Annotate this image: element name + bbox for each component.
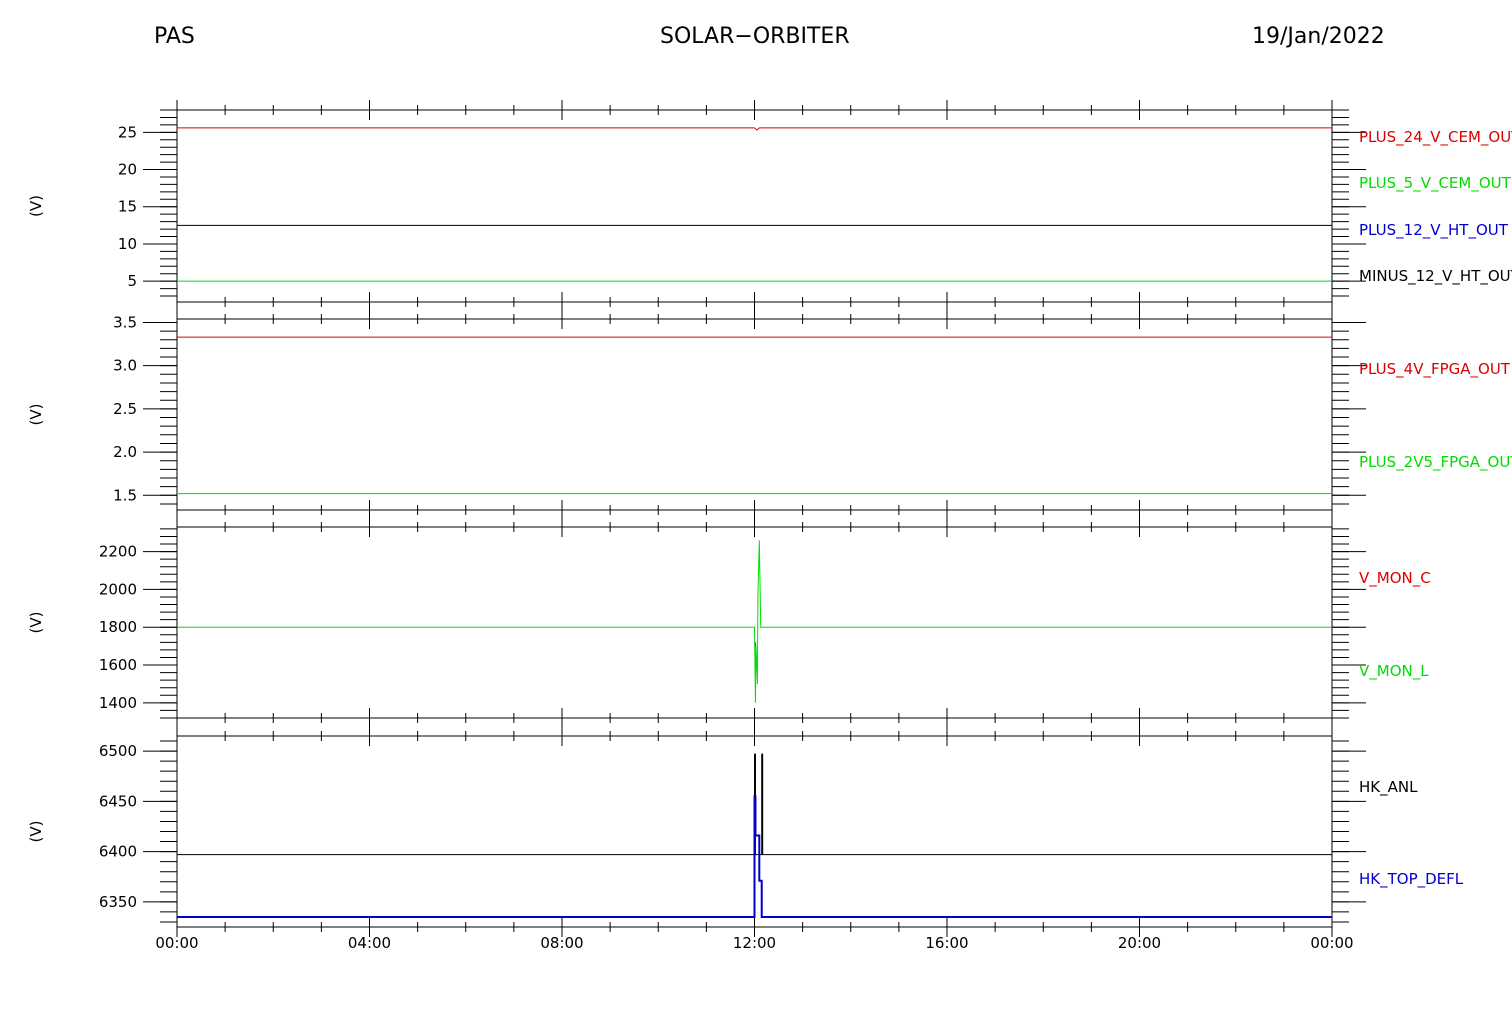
panel-4: 6350 6400 6450 6500 (V) HK_ANL HK_TOP_DEFL 00:0…: [27, 726, 1464, 952]
legend-plus-12-v-ht-out: PLUS_12_V_HT_OUT: [1359, 221, 1509, 240]
series-line-hk-top-defl: [177, 795, 1332, 918]
y-tick-label: 2.0: [113, 443, 137, 461]
legend-plus-24-v-cem-out: PLUS_24_V_CEM_OUT: [1359, 128, 1512, 147]
y-tick-label: 6350: [99, 893, 137, 911]
x-tick-label: 00:00: [1310, 934, 1353, 952]
y-tick-label: 1800: [99, 618, 137, 636]
y-axis-label: (V): [27, 821, 45, 843]
panel-2: 1.5 2.0 2.5 3.0 3.5 (V) PLUS_4V_FPGA_OUT PLUS_2…: [27, 309, 1512, 520]
x-tick-label: 08:00: [540, 934, 583, 952]
panel-3: 1400 1600 1800 2000 2200 (V) V_MON_C V_MON_L: [27, 517, 1431, 728]
x-tick-label: 04:00: [348, 934, 391, 952]
legend-plus-4v-fpga-out: PLUS_4V_FPGA_OUT: [1359, 360, 1511, 379]
panel-1: 5 10 15 20 25 (V) PLUS_24_V_CEM_OUT PLUS_5_V_CE…: [27, 100, 1512, 312]
y-tick-label: 15: [118, 198, 137, 216]
panel-frame: [176, 526, 1333, 719]
panel-frame: [176, 109, 1333, 303]
y-tick-label: 10: [118, 235, 137, 253]
y-tick-label: 3.0: [113, 357, 137, 375]
y-tick-label: 2.5: [113, 400, 137, 418]
legend-hk-top-defl: HK_TOP_DEFL: [1359, 870, 1464, 889]
legend-minus-12-v-ht-out: MINUS_12_V_HT_OUT: [1359, 267, 1512, 286]
x-tick-label: 16:00: [925, 934, 968, 952]
y-tick-label: 3.5: [113, 313, 137, 331]
legend-plus-5-v-cem-out: PLUS_5_V_CEM_OUT: [1359, 174, 1512, 193]
legend-v-mon-c: V_MON_C: [1359, 569, 1431, 588]
y-tick-label: 6500: [99, 742, 137, 760]
y-tick-label: 1400: [99, 694, 137, 712]
y-tick-label: 20: [118, 161, 137, 179]
y-tick-label: 2000: [99, 580, 137, 598]
panel-frame: [176, 318, 1333, 511]
x-tick-label: 12:00: [733, 934, 776, 952]
y-tick-label: 1.5: [113, 486, 137, 504]
y-tick-label: 6450: [99, 792, 137, 810]
y-tick-label: 1600: [99, 656, 137, 674]
series-line-plus-24-v-cem-out: [177, 127, 1332, 131]
y-tick-label: 25: [118, 123, 137, 141]
y-tick-label: 2200: [99, 543, 137, 561]
y-axis-label: (V): [27, 404, 45, 426]
y-tick-label: 6400: [99, 843, 137, 861]
y-tick-label: 5: [127, 272, 137, 290]
legend-plus-2v5-fpga-out: PLUS_2V5_FPGA_OUT: [1359, 453, 1512, 472]
x-tick-label: 20:00: [1118, 934, 1161, 952]
chart-canvas: 5 10 15 20 25 (V) PLUS_24_V_CEM_OUT PLUS_5_V_CE…: [27, 100, 1512, 952]
legend-v-mon-l: V_MON_L: [1359, 662, 1429, 681]
series-line-v-mon-l: [177, 540, 1332, 703]
y-axis-label: (V): [27, 612, 45, 634]
legend-hk-anl: HK_ANL: [1359, 778, 1418, 797]
y-axis-label: (V): [27, 195, 45, 217]
x-tick-label: 00:00: [155, 934, 198, 952]
